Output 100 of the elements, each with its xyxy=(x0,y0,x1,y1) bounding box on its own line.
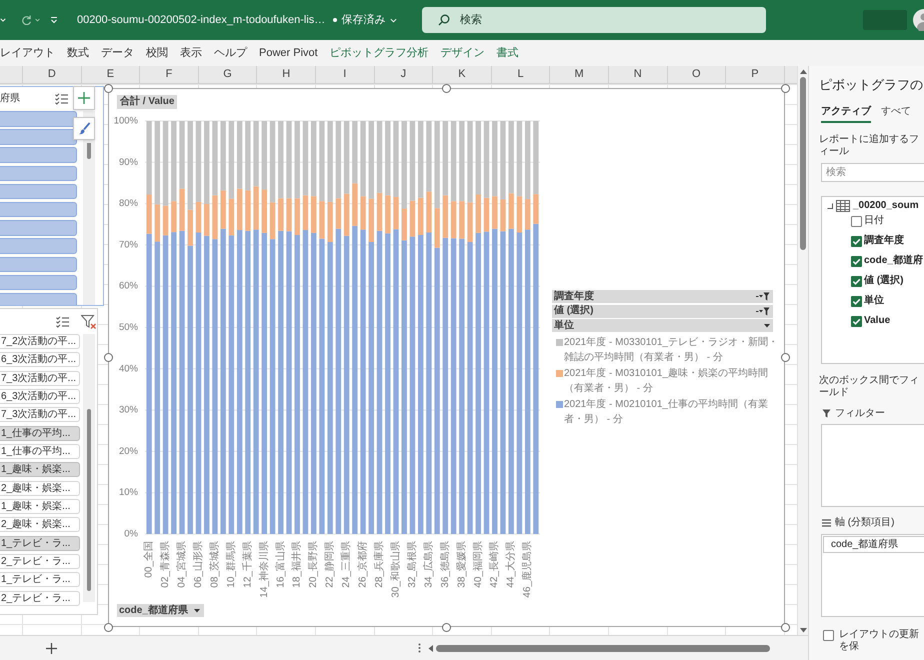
checkbox[interactable] xyxy=(851,276,862,286)
category-label: 26_京都府 xyxy=(358,541,369,588)
axis-tick-label: 30% xyxy=(118,404,138,416)
column-header[interactable]: K xyxy=(433,66,492,83)
resize-handle[interactable] xyxy=(104,84,112,93)
column-header[interactable]: L xyxy=(492,66,550,83)
slicer-item[interactable]: 2_テレビ・ラ... xyxy=(0,590,80,606)
dropdown-arrow-icon xyxy=(194,608,200,612)
column-header[interactable]: N xyxy=(608,66,668,83)
column-header[interactable]: O xyxy=(668,66,726,83)
plus-icon[interactable] xyxy=(46,642,57,654)
avatar-icon[interactable] xyxy=(913,9,924,31)
slicer-item[interactable]: 2_趣味・娯楽... xyxy=(0,517,80,532)
ribbon-tab[interactable]: 校閲 xyxy=(146,46,168,60)
slicer-item[interactable]: 2_テレビ・ラ... xyxy=(0,554,80,570)
resize-handle[interactable] xyxy=(104,352,112,362)
checkbox[interactable] xyxy=(851,236,862,246)
category-label: 22_静岡県 xyxy=(324,541,336,588)
multi-select-icon[interactable] xyxy=(55,93,68,105)
clear-filter-icon[interactable] xyxy=(81,314,96,328)
ribbon-tab[interactable]: ピボットグラフ分析 xyxy=(330,46,429,60)
category-label: 28_兵庫県 xyxy=(374,541,386,588)
slicer-item[interactable]: 1_仕事の平均... xyxy=(0,444,80,460)
dot-icon xyxy=(333,18,338,22)
ribbon-tab[interactable]: 書式 xyxy=(496,46,519,60)
slicer-item[interactable]: 1_趣味・娯楽... xyxy=(0,499,80,514)
scroll-left-icon[interactable] xyxy=(428,644,433,652)
column-header[interactable]: P xyxy=(726,66,785,83)
ribbon-tab[interactable]: 表示 xyxy=(180,46,202,60)
chevron-down-icon xyxy=(390,18,398,22)
ribbon-tab[interactable]: 数式 xyxy=(67,46,89,60)
slicer-item[interactable]: 6_3次活動の平... xyxy=(0,389,80,404)
save-status-button[interactable]: 保存済み xyxy=(341,12,398,28)
field-label: 値 (選択) xyxy=(864,275,904,287)
area-label: フィルター xyxy=(835,408,885,420)
slicer-item[interactable]: 7_2次活動の平... xyxy=(0,334,80,349)
scrollbar-thumb[interactable] xyxy=(436,644,770,652)
category-label: 06_山形県 xyxy=(193,541,204,588)
field-button[interactable]: 合計 / Value xyxy=(117,95,178,109)
checkbox[interactable] xyxy=(851,296,862,306)
table-name: _00200_soum xyxy=(853,200,919,212)
rows-icon xyxy=(822,518,831,526)
checkbox[interactable] xyxy=(851,256,862,266)
axis-field-item[interactable]: code_都道府県 xyxy=(823,536,924,553)
slicer-item[interactable]: 1_テレビ・ラ... xyxy=(0,572,80,588)
checkbox[interactable] xyxy=(851,316,862,326)
category-label: 40_福岡県 xyxy=(472,541,484,588)
field-button[interactable]: 調査年度 xyxy=(552,290,773,303)
column-header[interactable]: E xyxy=(82,66,140,83)
field-button[interactable]: code_都道府県 xyxy=(117,604,204,617)
slicer-item[interactable]: 7_3次活動の平... xyxy=(0,407,80,422)
column-header[interactable]: J xyxy=(374,66,434,83)
resize-handle[interactable] xyxy=(780,84,790,93)
slicer-item[interactable]: 6_3次活動の平... xyxy=(0,352,80,368)
category-label: 18_福井県 xyxy=(292,541,303,588)
filter-dropdown-icon xyxy=(756,292,770,301)
ribbon-tab[interactable]: ヘルプ xyxy=(214,46,247,60)
ribbon-tab[interactable]: Power Pivot xyxy=(259,46,318,60)
column-header[interactable]: F xyxy=(140,66,199,83)
slicer-item[interactable]: 1_趣味・娯楽... xyxy=(0,462,80,478)
field-button[interactable]: 値 (選択) xyxy=(552,304,773,318)
category-label: 10_群馬県 xyxy=(226,541,237,588)
multi-select-icon[interactable] xyxy=(56,316,69,328)
scrollbar-thumb[interactable] xyxy=(800,77,806,250)
pane-tab[interactable]: アクティブ xyxy=(821,102,871,123)
search-field[interactable]: 検索 xyxy=(821,163,924,182)
column-header[interactable]: M xyxy=(550,66,609,83)
splitter-icon[interactable] xyxy=(418,643,421,653)
slicer-item[interactable]: 7_3次活動の平... xyxy=(0,370,80,386)
axis-tick-label: 0% xyxy=(124,528,138,540)
customize-icon[interactable] xyxy=(50,16,58,24)
slicer-item[interactable]: 1_テレビ・ラ... xyxy=(0,536,80,551)
slicer-item[interactable]: 2_趣味・娯楽... xyxy=(0,480,80,496)
column-header[interactable]: G xyxy=(198,66,258,83)
scrollbar-thumb[interactable] xyxy=(87,143,91,159)
resize-handle[interactable] xyxy=(104,622,112,632)
legend-label: 2021年度 - M0310101_趣味・娯楽の平均時間（有業者・男） - 分 xyxy=(564,366,769,396)
slicer-item[interactable]: 1_仕事の平均... xyxy=(0,426,80,441)
style-button[interactable] xyxy=(73,117,95,140)
scrollbar-thumb[interactable] xyxy=(87,409,91,591)
scroll-up-icon[interactable] xyxy=(800,69,806,74)
ribbon-tab[interactable]: レイアウト xyxy=(0,46,55,60)
add-element-button[interactable] xyxy=(73,86,95,110)
column-header[interactable]: H xyxy=(257,66,316,83)
ribbon-tab[interactable]: デザイン xyxy=(440,46,485,60)
collapse-icon[interactable] xyxy=(827,203,833,209)
checkbox[interactable] xyxy=(823,630,834,641)
axis-tick-label: 70% xyxy=(118,239,138,250)
resize-handle[interactable] xyxy=(442,84,450,93)
column-header[interactable]: I xyxy=(316,66,375,83)
checkbox[interactable] xyxy=(851,216,862,226)
scroll-down-icon[interactable] xyxy=(800,628,806,633)
brush-icon xyxy=(78,122,90,135)
column-header[interactable]: D xyxy=(23,66,82,83)
field-button[interactable]: 単位 xyxy=(552,319,773,332)
ribbon-tab[interactable]: データ xyxy=(101,46,134,60)
chevron-down-icon[interactable] xyxy=(35,18,40,22)
pane-tab[interactable]: すべて xyxy=(881,102,911,123)
search-field[interactable]: 検索 xyxy=(422,7,766,33)
redo-icon[interactable] xyxy=(21,15,32,25)
